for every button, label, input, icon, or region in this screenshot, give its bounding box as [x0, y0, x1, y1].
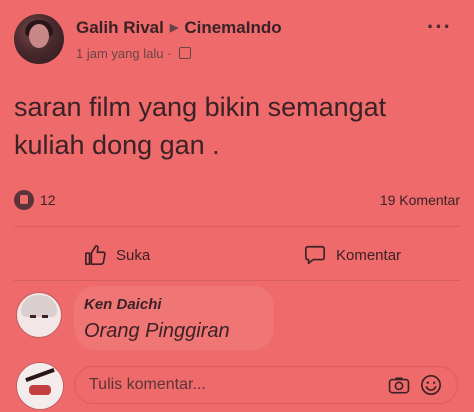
comment-text: Orang Pinggiran — [84, 320, 230, 342]
avatar-detail — [29, 385, 51, 395]
like-reaction-icon[interactable] — [14, 190, 34, 210]
comment-button[interactable]: Komentar — [304, 244, 401, 266]
comment-label: Komentar — [336, 246, 402, 264]
author-line: Galih Rival ▶ CinemaIndo — [76, 18, 282, 38]
author-avatar[interactable] — [14, 14, 64, 64]
group-privacy-icon — [179, 47, 192, 59]
avatar-eye — [42, 315, 48, 318]
avatar-face — [29, 24, 49, 48]
like-button[interactable]: Suka — [84, 244, 150, 266]
post-actions: Suka Komentar — [14, 238, 460, 274]
author-name[interactable]: Galih Rival — [76, 18, 164, 37]
emoji-icon[interactable] — [420, 374, 442, 396]
avatar-eye — [30, 315, 36, 318]
speech-bubble-icon — [305, 245, 325, 265]
group-name[interactable]: CinemaIndo — [184, 18, 281, 37]
like-count[interactable]: 12 — [40, 192, 56, 208]
post-text-line-1: saran film yang bikin semangat — [14, 92, 387, 122]
thumbs-up-icon — [85, 245, 106, 265]
comment-item: Ken Daichi Orang Pinggiran — [14, 286, 460, 352]
post-stats: 12 19 Komentar — [14, 190, 460, 212]
commenter-name[interactable]: Ken Daichi — [84, 296, 162, 313]
post-text: saran film yang bikin semangat kuliah do… — [14, 88, 464, 164]
avatar-detail — [25, 367, 55, 383]
post-time[interactable]: 1 jam yang lalu — [76, 46, 163, 61]
like-label: Suka — [116, 246, 151, 264]
more-options-icon[interactable]: ··· — [427, 14, 452, 40]
commenter-avatar[interactable] — [16, 292, 62, 338]
post-header: Galih Rival ▶ CinemaIndo 1 jam yang lalu ·… — [14, 10, 460, 70]
camera-icon[interactable] — [388, 376, 410, 394]
user-avatar[interactable] — [16, 362, 64, 410]
post-meta: 1 jam yang lalu · — [76, 46, 192, 61]
arrow-right-icon: ▶ — [169, 22, 179, 34]
post-text-line-2: kuliah dong gan . — [14, 130, 220, 160]
comment-composer — [14, 362, 460, 410]
comment-count[interactable]: 19 Komentar — [380, 192, 460, 208]
comment-bubble: Ken Daichi Orang Pinggiran — [74, 286, 274, 350]
divider — [14, 226, 460, 227]
avatar-hair — [21, 295, 57, 317]
dot-separator: · — [167, 46, 176, 61]
divider — [14, 280, 460, 281]
